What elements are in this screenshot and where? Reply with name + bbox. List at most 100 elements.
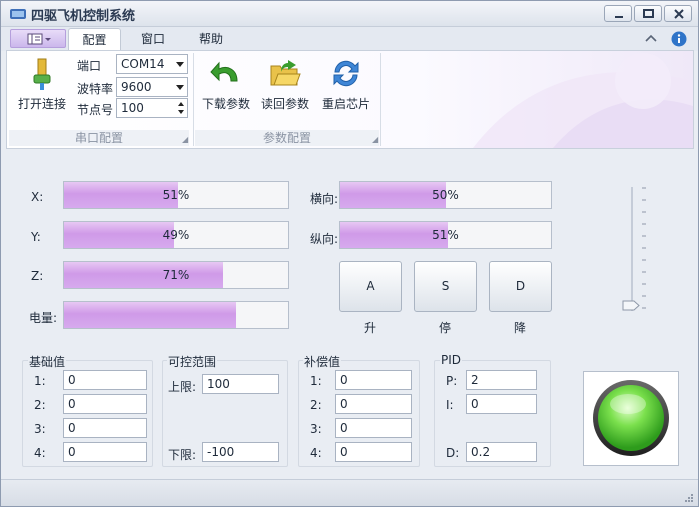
x-axis-percent: 51%: [162, 188, 190, 202]
status-led-icon: [593, 380, 669, 456]
refresh-icon: [333, 60, 359, 87]
plug-icon: [33, 58, 51, 90]
comp-3-label: 3:: [310, 422, 322, 436]
comp-3-input[interactable]: 0: [335, 418, 412, 438]
tab-window[interactable]: 窗口: [127, 28, 179, 51]
base-1-input[interactable]: 0: [63, 370, 147, 390]
menu-icon: [27, 33, 51, 45]
base-values-title: 基础值: [28, 353, 67, 370]
comp-1-label: 1:: [310, 374, 322, 388]
ribbon-decoration: [473, 53, 693, 148]
folder-open-icon: [270, 60, 301, 86]
download-params-label: 下载参数: [201, 97, 250, 111]
read-params-button[interactable]: 读回参数: [257, 53, 313, 127]
dialog-launcher-icon[interactable]: ◢: [372, 135, 378, 144]
tab-help[interactable]: 帮助: [185, 28, 237, 51]
group-divider: [380, 53, 381, 146]
chevron-down-icon: [176, 62, 184, 67]
pid-title: PID: [440, 353, 463, 367]
undo-arrow-icon: [210, 61, 238, 82]
app-window: 四驱飞机控制系统 配置 窗口 帮助 打开连接 端口 COM14 波特率 9600…: [0, 0, 699, 507]
comp-1-input[interactable]: 0: [335, 370, 412, 390]
base-1-label: 1:: [34, 374, 46, 388]
lateral-progress: 50%: [339, 181, 552, 209]
x-axis-label: X:: [31, 190, 44, 204]
restart-chip-button[interactable]: 重启芯片: [316, 53, 376, 127]
base-3-label: 3:: [34, 422, 46, 436]
z-axis-label: Z:: [31, 269, 44, 283]
resize-grip-icon[interactable]: [684, 493, 694, 503]
descend-label: 降: [513, 321, 526, 335]
throttle-slider-thumb[interactable]: [622, 300, 640, 311]
dialog-launcher-icon[interactable]: ◢: [182, 135, 188, 144]
title-bar: 四驱飞机控制系统: [1, 1, 698, 27]
spin-down-icon[interactable]: [178, 110, 184, 114]
port-value: COM14: [121, 57, 165, 71]
z-axis-progress: 71%: [63, 261, 289, 289]
stop-label: 停: [438, 321, 451, 335]
comp-4-input[interactable]: 0: [335, 442, 412, 462]
info-icon[interactable]: [671, 31, 687, 47]
ribbon-tab-row: 配置 窗口 帮助: [1, 27, 698, 51]
base-4-input[interactable]: 0: [63, 442, 147, 462]
node-value: 100: [121, 101, 144, 115]
restart-chip-label: 重启芯片: [321, 97, 370, 111]
upper-limit-label: 上限:: [168, 380, 197, 394]
baud-label: 波特率: [77, 82, 114, 96]
open-connection-label: 打开连接: [17, 97, 66, 111]
base-4-label: 4:: [34, 446, 46, 460]
maximize-button[interactable]: [634, 5, 662, 22]
range-title: 可控范围: [167, 353, 218, 370]
minimize-icon: [615, 16, 623, 18]
app-icon: [10, 9, 26, 19]
group-divider: [193, 53, 194, 146]
node-label: 节点号: [77, 103, 114, 117]
base-2-input[interactable]: 0: [63, 394, 147, 414]
maximize-icon: [643, 9, 654, 18]
close-button[interactable]: [664, 5, 692, 22]
y-axis-progress: 49%: [63, 221, 289, 249]
pid-p-input[interactable]: 2: [466, 370, 537, 390]
pid-d-input[interactable]: 0.2: [466, 442, 537, 462]
base-3-input[interactable]: 0: [63, 418, 147, 438]
base-2-label: 2:: [34, 398, 46, 412]
status-indicator-box: [583, 371, 679, 466]
pid-i-input[interactable]: 0: [466, 394, 537, 414]
longitudinal-progress: 51%: [339, 221, 552, 249]
port-select[interactable]: COM14: [116, 54, 188, 74]
key-d-button[interactable]: D: [489, 261, 552, 312]
y-axis-percent: 49%: [162, 228, 190, 242]
pid-p-label: P:: [446, 374, 458, 388]
upper-limit-input[interactable]: 100: [202, 374, 279, 394]
baud-select[interactable]: 9600: [116, 77, 188, 97]
compensation-title: 补偿值: [303, 353, 342, 370]
window-title: 四驱飞机控制系统: [31, 9, 136, 24]
longitudinal-label: 纵向:: [310, 232, 339, 246]
quick-access-menu-button[interactable]: [10, 29, 66, 48]
power-progress: [63, 301, 289, 329]
download-params-button[interactable]: 下载参数: [198, 53, 254, 127]
chevron-down-icon: [176, 85, 184, 90]
comp-2-label: 2:: [310, 398, 322, 412]
throttle-slider-track[interactable]: [631, 187, 633, 311]
read-params-label: 读回参数: [260, 97, 309, 111]
baud-value: 9600: [121, 80, 152, 94]
open-connection-button[interactable]: 打开连接: [11, 53, 73, 127]
node-stepper[interactable]: 100: [116, 98, 188, 118]
key-s-button[interactable]: S: [414, 261, 477, 312]
comp-2-input[interactable]: 0: [335, 394, 412, 414]
spin-up-icon[interactable]: [178, 102, 184, 106]
y-axis-label: Y:: [31, 230, 41, 244]
ribbon-panel: 打开连接 端口 COM14 波特率 9600 节点号 100 串口配置 ◢ 下载…: [6, 50, 694, 149]
collapse-ribbon-icon[interactable]: [643, 31, 659, 47]
z-axis-percent: 71%: [162, 268, 190, 282]
tab-config[interactable]: 配置: [68, 28, 121, 51]
comp-4-label: 4:: [310, 446, 322, 460]
minimize-button[interactable]: [604, 5, 632, 22]
lateral-percent: 50%: [432, 188, 459, 202]
slider-ticks: [642, 187, 646, 309]
param-group-label: 参数配置: [195, 130, 379, 146]
close-icon: [674, 9, 684, 19]
key-a-button[interactable]: A: [339, 261, 402, 312]
lower-limit-input[interactable]: -100: [202, 442, 279, 462]
